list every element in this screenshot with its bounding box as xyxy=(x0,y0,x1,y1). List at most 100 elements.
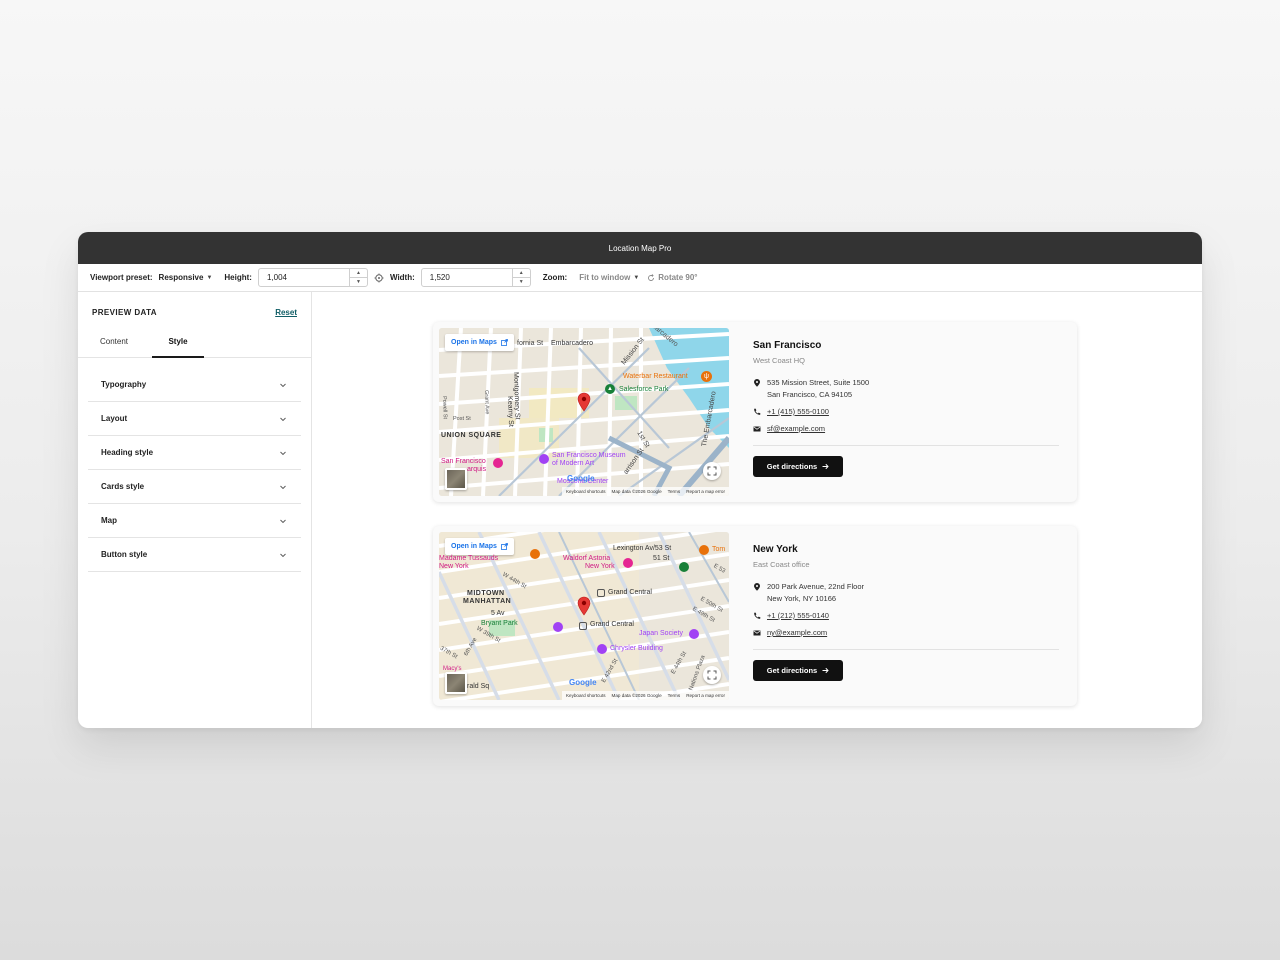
decrement-icon[interactable]: ▼ xyxy=(512,277,530,286)
height-label: Height: xyxy=(224,273,252,282)
report-error-link[interactable]: Report a map error xyxy=(686,489,725,494)
increment-icon[interactable]: ▲ xyxy=(350,269,367,277)
section-label: Typography xyxy=(101,380,147,389)
decrement-icon[interactable]: ▼ xyxy=(349,277,367,286)
section-typography[interactable]: Typography xyxy=(88,368,301,402)
map-label: MANHATTAN xyxy=(463,598,512,605)
landmark-icon xyxy=(597,644,607,654)
phone-icon xyxy=(754,612,761,619)
address-row: 535 Mission Street, Suite 1500 San Franc… xyxy=(753,377,1059,401)
toolbar: Viewport preset: Responsive ▼ Height: 1,… xyxy=(78,264,1202,292)
style-sections: Typography Layout Heading style Cards st… xyxy=(88,368,301,572)
chevron-down-icon xyxy=(280,519,286,523)
terms-link[interactable]: Terms xyxy=(668,489,681,494)
phone-icon xyxy=(754,408,761,415)
map-label: Tom xyxy=(712,546,726,553)
open-in-maps-label: Open in Maps xyxy=(451,543,497,550)
location-title: New York xyxy=(753,544,798,555)
map-label: Madame Tussauds xyxy=(439,555,499,562)
preview-canvas: Open in Maps fornia St Embarcadero barca… xyxy=(312,292,1202,728)
viewport-preset-select[interactable]: Responsive ▼ xyxy=(159,273,213,282)
hotel-icon xyxy=(623,558,633,568)
phone-link[interactable]: +1 (212) 555-0140 xyxy=(767,610,829,622)
zoom-label: Zoom: xyxy=(542,273,568,282)
get-directions-button[interactable]: Get directions xyxy=(753,456,843,477)
satellite-toggle[interactable] xyxy=(445,468,467,490)
width-value: 1,520 xyxy=(429,273,450,282)
width-input[interactable]: 1,520 ▲ ▼ xyxy=(420,268,531,287)
map-label: UNION SQUARE xyxy=(441,432,502,439)
keyboard-shortcuts-link[interactable]: Keyboard shortcuts xyxy=(566,489,606,494)
map-label: fornia St xyxy=(517,340,544,347)
section-label: Button style xyxy=(101,550,148,559)
report-error-link[interactable]: Report a map error xyxy=(686,693,725,698)
window-title: Location Map Pro xyxy=(608,243,672,253)
location-subtitle: East Coast office xyxy=(753,560,810,569)
section-label: Map xyxy=(101,516,117,525)
restaurant-icon: ψ xyxy=(701,371,712,382)
fullscreen-button[interactable] xyxy=(703,666,721,684)
section-cards-style[interactable]: Cards style xyxy=(88,470,301,504)
button-label: Get directions xyxy=(766,462,818,471)
arrow-right-icon xyxy=(822,463,829,470)
map-label: 5 Av xyxy=(491,610,505,617)
fullscreen-button[interactable] xyxy=(703,462,721,480)
map-data-text: Map data ©2026 Google xyxy=(611,693,662,698)
map-label: Grand Central xyxy=(590,621,634,628)
google-logo: Google xyxy=(567,474,595,483)
zoom-value: Fit to window xyxy=(579,273,631,282)
rotate-icon xyxy=(648,273,655,281)
map-san-francisco[interactable]: Open in Maps fornia St Embarcadero barca… xyxy=(439,328,729,496)
email-link[interactable]: sf@example.com xyxy=(767,423,825,435)
button-label: Get directions xyxy=(766,666,818,675)
sidebar: PREVIEW DATA Reset Content Style Typogra… xyxy=(78,292,312,728)
map-label: New York xyxy=(439,563,469,570)
sidebar-title: PREVIEW DATA xyxy=(92,307,157,317)
sidebar-header: PREVIEW DATA Reset xyxy=(78,292,311,322)
tab-style[interactable]: Style xyxy=(152,326,204,358)
chevron-down-icon xyxy=(280,485,286,489)
address-row: 200 Park Avenue, 22nd Floor New York, NY… xyxy=(753,581,1059,605)
section-layout[interactable]: Layout xyxy=(88,402,301,436)
open-in-maps-button[interactable]: Open in Maps xyxy=(445,538,514,555)
mail-icon xyxy=(753,630,761,636)
height-input[interactable]: 1,004 ▲ ▼ xyxy=(257,268,368,287)
tab-content[interactable]: Content xyxy=(88,326,140,357)
section-heading-style[interactable]: Heading style xyxy=(88,436,301,470)
width-stepper[interactable]: ▲ ▼ xyxy=(511,269,530,286)
section-label: Cards style xyxy=(101,482,145,491)
location-title: San Francisco xyxy=(753,340,822,351)
phone-link[interactable]: +1 (415) 555-0100 xyxy=(767,406,829,418)
rotate-label: Rotate 90° xyxy=(658,273,698,282)
section-map[interactable]: Map xyxy=(88,504,301,538)
rotate-button[interactable]: Rotate 90° xyxy=(647,273,698,282)
divider xyxy=(753,445,1059,446)
height-stepper[interactable]: ▲ ▼ xyxy=(348,269,367,286)
map-label: Lexington Av/53 St xyxy=(613,545,672,552)
get-directions-button[interactable]: Get directions xyxy=(753,660,843,681)
open-in-maps-button[interactable]: Open in Maps xyxy=(445,334,514,351)
link-dimensions-icon[interactable] xyxy=(374,273,384,283)
park-icon: ▲ xyxy=(605,384,615,394)
satellite-toggle[interactable] xyxy=(445,672,467,694)
restaurant-icon xyxy=(530,549,540,559)
map-label: Grand Central xyxy=(608,589,652,596)
external-link-icon xyxy=(501,339,508,346)
sidebar-tabs: Content Style xyxy=(78,326,311,358)
workspace: PREVIEW DATA Reset Content Style Typogra… xyxy=(78,292,1202,728)
phone-row: +1 (415) 555-0100 xyxy=(753,406,1059,418)
map-label: Kearny St xyxy=(506,396,515,427)
map-new-york[interactable]: Open in Maps Lexington Av/53 St 51 St To… xyxy=(439,532,729,700)
terms-link[interactable]: Terms xyxy=(668,693,681,698)
reset-link[interactable]: Reset xyxy=(275,308,297,317)
zoom-select[interactable]: Fit to window ▼ xyxy=(579,273,639,282)
email-link[interactable]: ny@example.com xyxy=(767,627,827,639)
keyboard-shortcuts-link[interactable]: Keyboard shortcuts xyxy=(566,693,606,698)
email-row: ny@example.com xyxy=(753,627,1059,639)
increment-icon[interactable]: ▲ xyxy=(513,269,530,277)
map-label: Salesforce Park xyxy=(619,386,669,393)
mail-icon xyxy=(753,426,761,432)
map-label: San Francisco Museum xyxy=(552,452,626,459)
section-button-style[interactable]: Button style xyxy=(88,538,301,572)
section-label: Layout xyxy=(101,414,128,423)
